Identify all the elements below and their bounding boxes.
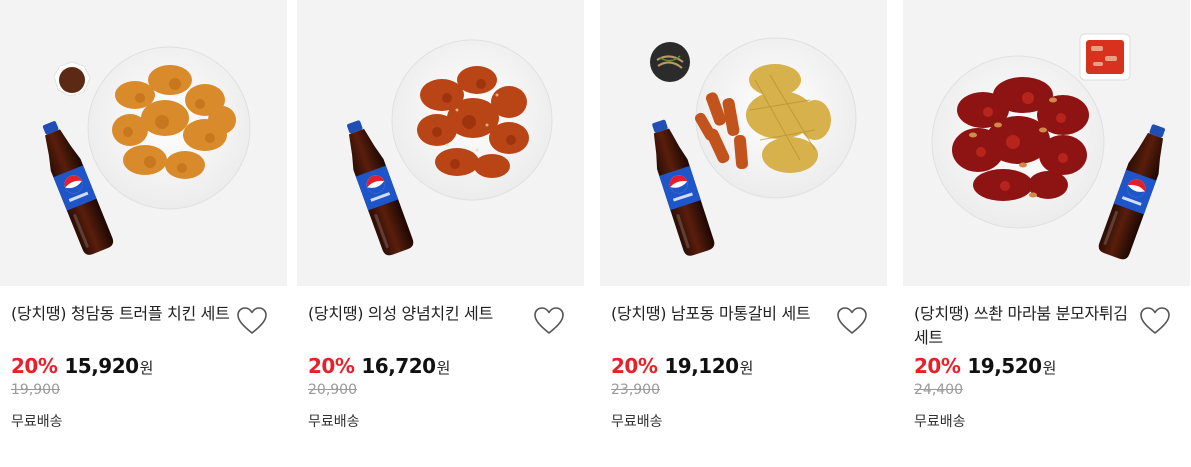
product-title[interactable]: (당치땡) 남포동 마통갈비 세트: [611, 302, 835, 326]
wishlist-heart-icon[interactable]: [236, 306, 268, 336]
sale-price: 19,520: [967, 354, 1042, 378]
sale-price: 19,120: [664, 354, 739, 378]
product-image[interactable]: [903, 0, 1190, 286]
discount-rate: 20%: [914, 354, 961, 378]
original-price: 20,900: [308, 382, 357, 398]
shipping-label: 무료배송: [11, 414, 63, 430]
product-photo: [931, 33, 1174, 262]
shipping-label: 무료배송: [308, 414, 360, 430]
currency-unit: 원: [139, 359, 154, 377]
product-card[interactable]: (당치땡) 남포동 마통갈비 세트 20% 19,120 원 23,900 무료…: [600, 0, 887, 467]
product-title[interactable]: (당치땡) 청담동 트러플 치킨 세트: [11, 302, 235, 326]
product-card[interactable]: (당치땡) 쓰촨 마라붐 분모자튀김 세트 20% 19,520 원 24,40…: [903, 0, 1190, 467]
product-image[interactable]: [297, 0, 584, 286]
wishlist-heart-icon[interactable]: [533, 306, 565, 336]
product-photo: [643, 37, 857, 258]
product-card[interactable]: (당치땡) 의성 양념치킨 세트 20% 16,720 원 20,900 무료배…: [297, 0, 584, 467]
product-title[interactable]: (당치땡) 의성 양념치킨 세트: [308, 302, 532, 326]
product-image[interactable]: [600, 0, 887, 286]
currency-unit: 원: [739, 359, 754, 377]
product-card[interactable]: (당치땡) 청담동 트러플 치킨 세트 20% 15,920 원 19,900 …: [0, 0, 287, 467]
price-row: 20% 19,520 원: [914, 354, 1056, 380]
discount-rate: 20%: [611, 354, 658, 378]
sale-price: 16,720: [361, 354, 436, 378]
currency-unit: 원: [1042, 359, 1057, 377]
product-title[interactable]: (당치땡) 쓰촨 마라붐 분모자튀김 세트: [914, 302, 1138, 350]
product-photo: [33, 46, 251, 258]
original-price: 23,900: [611, 382, 660, 398]
price-row: 20% 15,920 원: [11, 354, 153, 380]
discount-rate: 20%: [308, 354, 355, 378]
shipping-label: 무료배송: [611, 414, 663, 430]
product-image[interactable]: [0, 0, 287, 286]
sale-price: 15,920: [64, 354, 139, 378]
currency-unit: 원: [436, 359, 451, 377]
price-row: 20% 19,120 원: [611, 354, 753, 380]
discount-rate: 20%: [11, 354, 58, 378]
price-row: 20% 16,720 원: [308, 354, 450, 380]
wishlist-heart-icon[interactable]: [836, 306, 868, 336]
original-price: 19,900: [11, 382, 60, 398]
product-photo: [338, 39, 553, 258]
wishlist-heart-icon[interactable]: [1139, 306, 1171, 336]
original-price: 24,400: [914, 382, 963, 398]
shipping-label: 무료배송: [914, 414, 966, 430]
